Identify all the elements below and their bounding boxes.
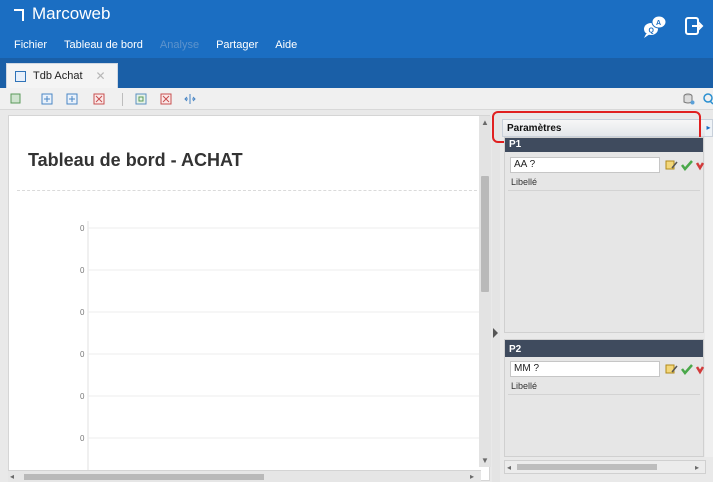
param-id: P1 — [505, 138, 703, 152]
edit-icon[interactable] — [665, 159, 679, 171]
expand-arrow-icon[interactable] — [493, 328, 498, 338]
param-label: Libellé — [511, 381, 538, 391]
tab-label: Tdb Achat — [33, 70, 83, 82]
scroll-right-icon[interactable]: ▸ — [695, 463, 699, 472]
content-vertical-scrollbar[interactable]: ▲ ▼ — [479, 116, 491, 467]
empty-chart: 0 0 0 0 0 0 — [80, 221, 487, 480]
y-tick-label: 0 — [80, 266, 85, 275]
logout-icon[interactable] — [684, 16, 704, 36]
svg-text:A: A — [656, 20, 661, 27]
menu-partager[interactable]: Partager — [216, 39, 258, 51]
copy-icon[interactable] — [135, 93, 147, 105]
params-horizontal-scrollbar[interactable]: ◂ ▸ — [504, 460, 706, 474]
y-tick-label: 0 — [80, 224, 85, 233]
add-dropdown-icon[interactable] — [10, 93, 22, 105]
dashboard-tab-icon — [15, 70, 26, 82]
param-box-p2: P2 MM ? Libellé — [504, 339, 705, 457]
content-horizontal-scrollbar[interactable]: ◂ ▸ — [8, 470, 481, 482]
scroll-up-icon[interactable]: ▲ — [481, 118, 489, 127]
y-tick-label: 0 — [80, 392, 85, 401]
svg-text:Q: Q — [649, 28, 655, 35]
scroll-thumb[interactable] — [517, 464, 657, 470]
zoom-icon[interactable] — [702, 93, 713, 105]
params-vertical-scrollbar[interactable] — [705, 137, 713, 457]
y-tick-label: 0 — [80, 308, 85, 317]
y-tick-label: 0 — [80, 434, 85, 443]
reset-icon[interactable] — [695, 159, 705, 171]
menu-aide[interactable]: Aide — [275, 39, 297, 51]
add-row-icon[interactable] — [41, 93, 53, 105]
param-divider — [508, 394, 700, 395]
db-refresh-icon[interactable] — [683, 93, 695, 105]
close-icon[interactable]: ✕ — [96, 69, 106, 83]
toolbar: ▾ — [0, 88, 713, 189]
scroll-thumb[interactable] — [481, 176, 489, 292]
param-value-field[interactable]: MM ? — [510, 361, 660, 377]
scroll-thumb[interactable] — [24, 474, 264, 480]
panel-splitter[interactable] — [492, 112, 500, 482]
param-id: P2 — [505, 340, 703, 357]
collapse-icon[interactable]: ▸ — [705, 119, 713, 137]
param-label: Libellé — [511, 177, 538, 187]
dashboard-canvas: Tableau de bord - ACHAT 000000 — [8, 115, 490, 481]
menu-fichier[interactable]: Fichier — [14, 39, 47, 51]
tab-tdb-achat[interactable]: Tdb Achat ✕ — [6, 63, 118, 88]
validate-icon[interactable] — [680, 159, 694, 171]
param-box-p1: P1 AA ? Libellé — [504, 137, 705, 333]
app-title: Marcoweb — [14, 4, 110, 24]
split-icon[interactable] — [184, 93, 196, 105]
app-title-text: Marcoweb — [32, 4, 111, 23]
app-header: Marcoweb Fichier Tableau de bord Analyse… — [0, 0, 713, 58]
tab-bar: Tdb Achat ✕ — [0, 58, 713, 88]
param-divider — [508, 190, 700, 191]
param-value-field[interactable]: AA ? — [510, 157, 660, 173]
main-menu: Fichier Tableau de bord Analyse Partager… — [14, 39, 314, 51]
param-actions — [665, 362, 705, 376]
delete-icon[interactable] — [93, 93, 105, 105]
scroll-down-icon[interactable]: ▼ — [481, 456, 489, 465]
app-logo-icon — [14, 9, 24, 21]
validate-icon[interactable] — [680, 363, 694, 375]
menu-analyse: Analyse — [159, 39, 200, 51]
qa-chat-icon[interactable]: Q A — [643, 14, 667, 38]
edit-icon[interactable] — [665, 363, 679, 375]
scroll-left-icon[interactable]: ◂ — [507, 463, 511, 472]
reset-icon[interactable] — [695, 363, 705, 375]
add-col-icon[interactable] — [66, 93, 78, 105]
param-actions — [665, 158, 705, 172]
scroll-left-icon[interactable]: ◂ — [10, 472, 14, 481]
scroll-right-icon[interactable]: ▸ — [470, 472, 474, 481]
y-tick-label: 0 — [80, 350, 85, 359]
remove-icon[interactable] — [160, 93, 172, 105]
menu-tableau-de-bord[interactable]: Tableau de bord — [64, 39, 143, 51]
toolbar-separator — [122, 93, 123, 106]
